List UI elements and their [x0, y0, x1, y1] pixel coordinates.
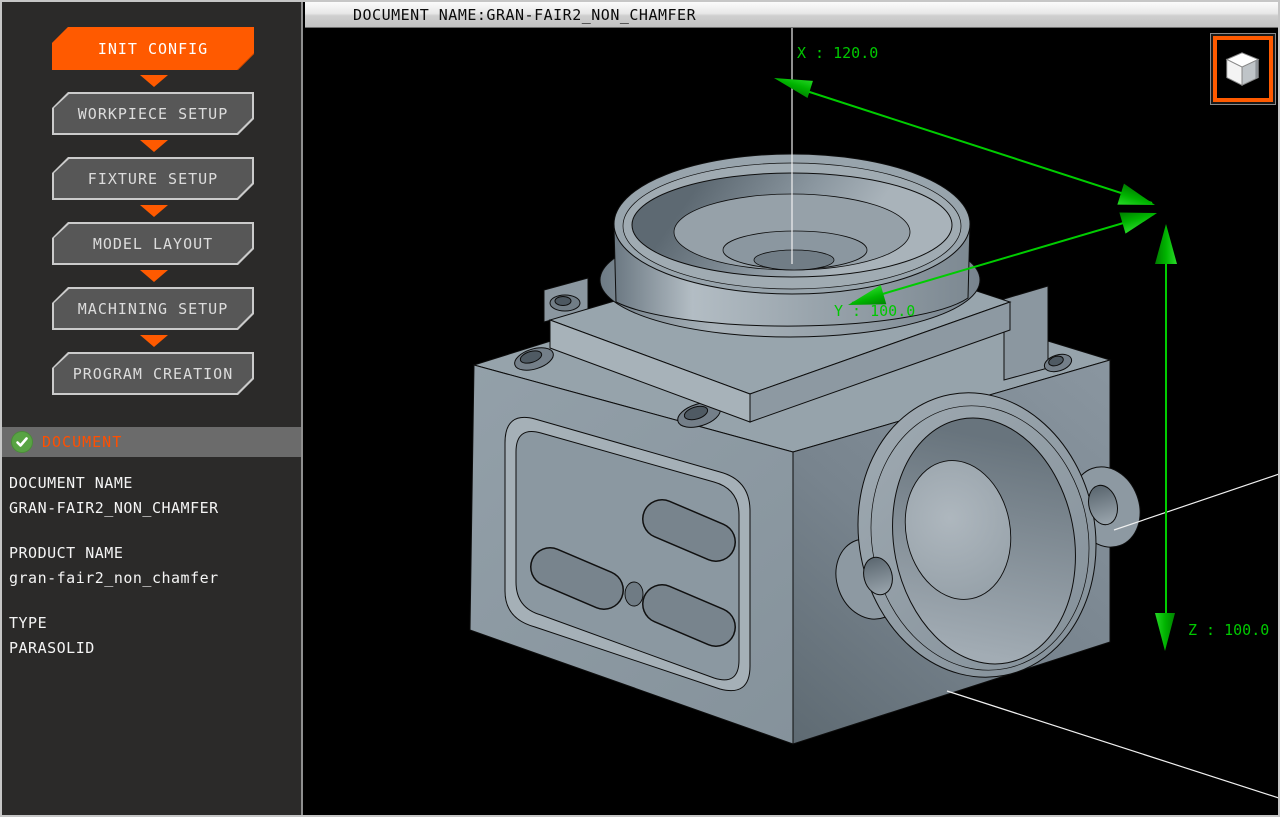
pocket-hole [625, 582, 643, 606]
product-name-value: gran-fair2_non_chamfer [9, 566, 301, 591]
cad-part-model[interactable] [470, 154, 1151, 744]
step-arrow-icon [140, 75, 168, 87]
3d-viewport[interactable]: X : 120.0 Y : 100.0 Z : 100.0 [305, 28, 1278, 815]
type-field: TYPE PARASOLID [9, 611, 301, 661]
step-arrow-icon [140, 335, 168, 347]
cylinder-boss [600, 154, 980, 337]
dimension-z: Z : 100.0 [1155, 224, 1269, 651]
type-value: PARASOLID [9, 636, 301, 661]
step-arrow-icon [140, 205, 168, 217]
dimension-z-label: Z : 100.0 [1188, 621, 1269, 639]
pocket-slot [550, 567, 604, 590]
step-arrow-icon [140, 270, 168, 282]
dimension-x-label: X : 120.0 [797, 44, 878, 62]
document-panel-header: DOCUMENT [2, 427, 301, 457]
document-name-label: DOCUMENT NAME [9, 471, 301, 496]
step-init-config[interactable]: INIT CONFIG [52, 27, 254, 70]
view-cube-button[interactable] [1210, 33, 1276, 105]
product-name-label: PRODUCT NAME [9, 541, 301, 566]
document-panel-title: DOCUMENT [42, 433, 122, 451]
type-label: TYPE [9, 611, 301, 636]
cad-model-canvas[interactable]: X : 120.0 Y : 100.0 Z : 100.0 [305, 28, 1278, 815]
main-area: DOCUMENT NAME:GRAN-FAIR2_NON_CHAMFER [305, 2, 1278, 815]
corner-step [1004, 286, 1048, 380]
dimension-y-label: Y : 100.0 [834, 302, 915, 320]
application-window: INIT CONFIG WORKPIECE SETUP FIXTURE SETU… [0, 0, 1280, 817]
workflow-sidebar: INIT CONFIG WORKPIECE SETUP FIXTURE SETU… [2, 2, 303, 815]
viewport-title-bar: DOCUMENT NAME:GRAN-FAIR2_NON_CHAMFER [305, 2, 1278, 28]
pocket-slot [662, 519, 716, 542]
cube-icon [1213, 36, 1273, 102]
step-arrow-icon [140, 140, 168, 152]
document-info: DOCUMENT NAME GRAN-FAIR2_NON_CHAMFER PRO… [2, 457, 301, 661]
document-name-field: DOCUMENT NAME GRAN-FAIR2_NON_CHAMFER [9, 471, 301, 521]
step-model-layout[interactable]: MODEL LAYOUT [52, 222, 254, 265]
workflow-steps: INIT CONFIG WORKPIECE SETUP FIXTURE SETU… [2, 2, 301, 417]
step-fixture-setup[interactable]: FIXTURE SETUP [52, 157, 254, 200]
corner-fold [237, 53, 254, 70]
pocket-slot [662, 604, 716, 627]
document-name-value: GRAN-FAIR2_NON_CHAMFER [9, 496, 301, 521]
product-name-field: PRODUCT NAME gran-fair2_non_chamfer [9, 541, 301, 591]
step-machining-setup[interactable]: MACHINING SETUP [52, 287, 254, 330]
document-title: DOCUMENT NAME:GRAN-FAIR2_NON_CHAMFER [353, 6, 696, 24]
counterbore-hole [550, 295, 580, 311]
step-program-creation[interactable]: PROGRAM CREATION [52, 352, 254, 395]
step-workpiece-setup[interactable]: WORKPIECE SETUP [52, 92, 254, 135]
check-circle-icon [11, 431, 33, 453]
